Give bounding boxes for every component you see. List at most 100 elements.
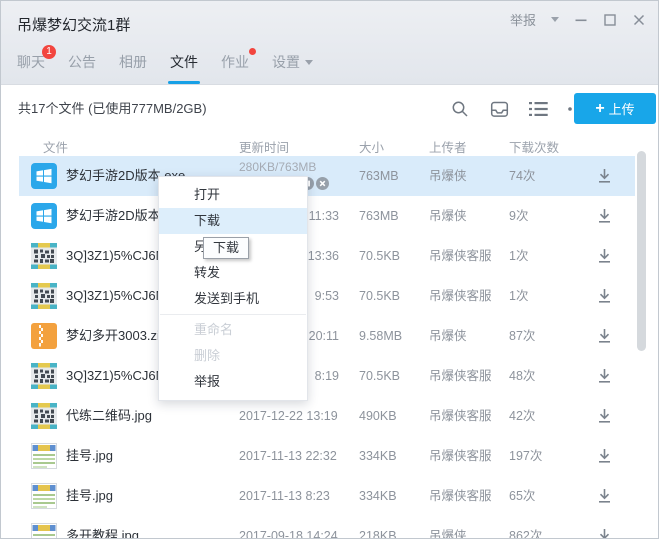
- group-file-manager-window: 吊爆梦幻交流1群 举报 聊天 1 公告 相册 文件 作业 设置 共17个文件 (已使用777…: [0, 0, 659, 539]
- file-name: 挂号.jpg: [66, 488, 113, 503]
- tab-label: 公告: [68, 54, 96, 70]
- window-controls: 举报: [510, 10, 646, 29]
- uploader-name: 吊爆侠客服: [429, 409, 492, 423]
- tab-announcement[interactable]: 公告: [68, 52, 96, 84]
- update-time: 2017-11-13 22:32: [239, 449, 337, 463]
- download-count: 862次: [509, 529, 543, 539]
- menu-item-send-to-phone[interactable]: 发送到手机: [159, 286, 307, 312]
- notification-dot: [249, 48, 256, 55]
- context-menu: 打开下载另存为转发发送到手机重命名删除举报: [158, 176, 308, 401]
- menu-item-open[interactable]: 打开: [159, 182, 307, 208]
- file-name: 挂号.jpg: [66, 448, 113, 463]
- download-count: 197次: [509, 449, 543, 463]
- file-row[interactable]: 梦幻手游2D版本.exe 280KB/763MB 763MB 吊爆侠 74次: [19, 156, 635, 196]
- update-time: 2017-11-13 8:23: [239, 489, 330, 503]
- tab-settings[interactable]: 设置: [272, 52, 313, 84]
- search-icon[interactable]: [449, 99, 471, 119]
- download-icon[interactable]: [596, 407, 614, 425]
- upload-button-label: 上传: [608, 102, 635, 117]
- uploader-name: 吊爆侠客服: [429, 449, 492, 463]
- tab-label: 相册: [119, 54, 147, 70]
- menu-item-forward[interactable]: 转发: [159, 260, 307, 286]
- chevron-down-icon: [305, 60, 313, 65]
- column-header: 下载次数: [509, 141, 560, 155]
- update-time: 2017-12-22 13:19: [239, 409, 338, 423]
- download-icon[interactable]: [596, 327, 614, 345]
- chevron-down-icon[interactable]: [551, 17, 559, 22]
- file-size: 334KB: [359, 489, 397, 503]
- tab-homework[interactable]: 作业: [221, 48, 256, 84]
- file-size: 70.5KB: [359, 249, 401, 263]
- menu-item-download[interactable]: 下载: [159, 208, 307, 234]
- download-icon[interactable]: [596, 207, 614, 225]
- jpg-image-thumbnail: [31, 523, 57, 538]
- uploader-name: 吊爆侠: [429, 209, 467, 223]
- download-count: 87次: [509, 329, 536, 343]
- download-icon[interactable]: [596, 367, 614, 385]
- unread-badge: 1: [42, 45, 56, 59]
- uploader-name: 吊爆侠客服: [429, 249, 492, 263]
- upload-button[interactable]: + 上传: [574, 93, 656, 124]
- close-button[interactable]: [632, 13, 646, 27]
- file-size: 490KB: [359, 409, 397, 423]
- scrollbar-thumb[interactable]: [637, 151, 646, 351]
- download-icon[interactable]: [596, 487, 614, 505]
- menu-item-report[interactable]: 举报: [159, 369, 307, 395]
- active-tab-underline: [168, 81, 200, 84]
- window-header[interactable]: 吊爆梦幻交流1群 举报 聊天 1 公告 相册 文件 作业 设置: [1, 1, 658, 85]
- file-row[interactable]: 梦幻手游2D版本.e 11:33 763MB 吊爆侠 9次: [19, 196, 635, 236]
- file-name: 多开教程.jpg: [66, 528, 139, 539]
- file-name: 代练二维码.jpg: [66, 408, 152, 423]
- zip-icon: [31, 323, 57, 349]
- column-header: 大小: [359, 141, 385, 155]
- window-title: 吊爆梦幻交流1群: [17, 17, 131, 34]
- jpg-image-thumbnail: [31, 443, 57, 469]
- download-count: 42次: [509, 409, 536, 423]
- qr-image-thumbnail: [31, 283, 57, 309]
- file-row[interactable]: 挂号.jpg 2017-11-13 22:32 334KB 吊爆侠客服 197次: [19, 436, 635, 476]
- cancel-icon[interactable]: [316, 177, 329, 190]
- download-icon[interactable]: [596, 167, 614, 185]
- qr-image-thumbnail: [31, 363, 57, 389]
- list-view-icon[interactable]: [527, 99, 549, 119]
- file-row[interactable]: 挂号.jpg 2017-11-13 8:23 334KB 吊爆侠客服 65次: [19, 476, 635, 516]
- uploader-name: 吊爆侠客服: [429, 369, 492, 383]
- exe-icon: [31, 203, 57, 229]
- tab-album[interactable]: 相册: [119, 52, 147, 84]
- tab-files[interactable]: 文件: [168, 52, 200, 84]
- report-button[interactable]: 举报: [510, 10, 536, 29]
- maximize-button[interactable]: [603, 13, 617, 27]
- file-row[interactable]: 3Q]3Z1)5%CJ6N 9:53 70.5KB 吊爆侠客服 1次: [19, 276, 635, 316]
- download-count: 48次: [509, 369, 536, 383]
- tab-chat[interactable]: 聊天 1: [17, 45, 56, 84]
- qr-image-thumbnail: [31, 243, 57, 269]
- file-row[interactable]: 3Q]3Z1)5%CJ6N 8:19 70.5KB 吊爆侠客服 48次: [19, 356, 635, 396]
- drag-tooltip: 下载: [203, 237, 250, 259]
- download-icon[interactable]: [596, 447, 614, 465]
- file-row[interactable]: 3Q]3Z1)5%CJ6N 13:36 70.5KB 吊爆侠客服 1次: [19, 236, 635, 276]
- file-row[interactable]: 多开教程.jpg 2017-09-18 14:24 218KB 吊爆侠 862次: [19, 516, 635, 539]
- download-icon[interactable]: [596, 247, 614, 265]
- minimize-button[interactable]: [574, 13, 588, 27]
- tab-label: 文件: [170, 54, 198, 70]
- download-manager-icon[interactable]: [488, 99, 510, 119]
- tab-label: 作业: [221, 54, 249, 70]
- file-row[interactable]: 梦幻多开3003.zip 20:11 9.58MB 吊爆侠 87次: [19, 316, 635, 356]
- column-header: 上传者: [429, 141, 467, 155]
- download-count: 9次: [509, 209, 529, 223]
- download-icon[interactable]: [596, 287, 614, 305]
- column-header: 文件: [43, 141, 69, 155]
- download-count: 74次: [509, 169, 536, 183]
- plus-icon: +: [595, 99, 605, 117]
- download-count: 1次: [509, 289, 529, 303]
- download-progress-text: 280KB/763MB: [239, 160, 317, 174]
- exe-icon: [31, 163, 57, 189]
- file-row[interactable]: 代练二维码.jpg 2017-12-22 13:19 490KB 吊爆侠客服 42次: [19, 396, 635, 436]
- download-icon[interactable]: [596, 527, 614, 538]
- jpg-image-thumbnail: [31, 483, 57, 509]
- menu-item-delete: 删除: [194, 348, 221, 363]
- qr-image-thumbnail: [31, 403, 57, 429]
- download-count: 65次: [509, 489, 536, 503]
- file-size: 763MB: [359, 169, 399, 183]
- uploader-name: 吊爆侠客服: [429, 489, 492, 503]
